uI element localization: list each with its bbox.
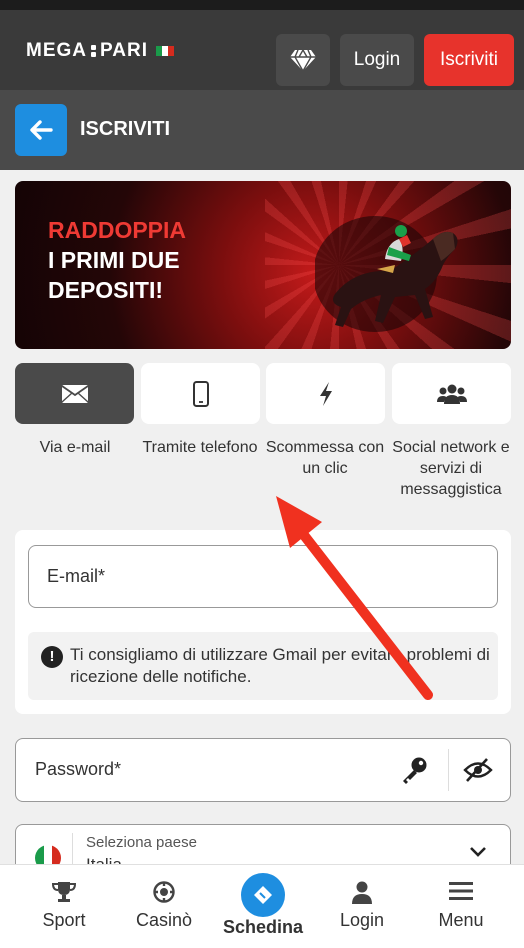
country-label: Seleziona paese [86,834,197,851]
banner-line-1: RADDOPPIA [48,217,187,243]
nav-sport[interactable]: Sport [14,865,114,948]
nav-login[interactable]: Login [312,865,412,948]
method-email-button[interactable] [15,363,134,424]
trophy-icon [52,882,76,902]
diamond-icon [290,48,316,72]
email-field[interactable]: E-mail* [28,545,498,608]
banner-line-2: I PRIMI DUE [48,247,180,273]
logo[interactable]: MEGA PARI [26,40,174,62]
nav-sport-label: Sport [42,910,86,930]
nav-menu-label: Menu [438,910,484,930]
login-button[interactable]: Login [340,34,414,86]
password-placeholder: Password* [35,759,122,779]
italy-flag-icon [155,46,174,56]
horse-jockey-illustration [315,216,458,332]
method-oneclick-label: Scommessa con un clic [265,439,385,477]
nav-betslip-label: Schedina [222,917,304,937]
arrow-left-icon [30,120,53,140]
back-button[interactable] [15,104,67,156]
nav-casino-label: Casinò [135,910,193,930]
nav-casino[interactable]: Casinò [114,865,214,948]
top-header: MEGA PARI Login Iscriviti [0,10,524,90]
nav-menu[interactable]: Menu [411,865,511,948]
method-phone-button[interactable] [141,363,260,424]
user-icon [352,881,372,904]
chevron-down-icon [470,847,486,857]
exclamation-icon: ! [41,646,63,668]
method-social-button[interactable] [392,363,511,424]
phone-icon [192,380,209,407]
eye-slash-icon[interactable] [463,757,493,783]
email-section: E-mail* ! Ti consigliamo di utilizzare G… [15,530,511,714]
menu-icon [449,882,473,900]
envelope-icon [60,384,89,403]
gmail-notice: ! Ti consigliamo di utilizzare Gmail per… [28,632,498,700]
method-phone-label: Tramite telefono [142,439,258,456]
key-icon[interactable] [399,755,429,785]
lightning-icon [319,381,332,406]
status-strip [0,0,524,10]
notice-text: Ti consigliamo di utilizzare Gmail per e… [70,645,490,686]
method-email-label: Via e-mail [39,439,111,456]
banner-line-3: DEPOSITI! [48,277,164,303]
page-subheader: ISCRIVITI [0,90,524,170]
nav-login-label: Login [339,910,385,930]
users-icon [436,384,467,404]
promo-banner[interactable]: RADDOPPIA I PRIMI DUE DEPOSITI! [15,181,511,349]
signup-button[interactable]: Iscriviti [424,34,514,86]
method-social-label: Social network e servizi di messaggistic… [392,439,510,498]
page-title: ISCRIVITI [80,118,171,140]
bottom-nav: Sport Casinò Schedina Login Menu [0,864,524,948]
chip-icon [153,881,175,903]
betslip-button[interactable] [241,873,285,917]
ticket-icon [254,886,272,904]
vip-diamond-button[interactable] [276,34,330,86]
password-field[interactable]: Password* [15,738,511,802]
method-oneclick-button[interactable] [266,363,385,424]
